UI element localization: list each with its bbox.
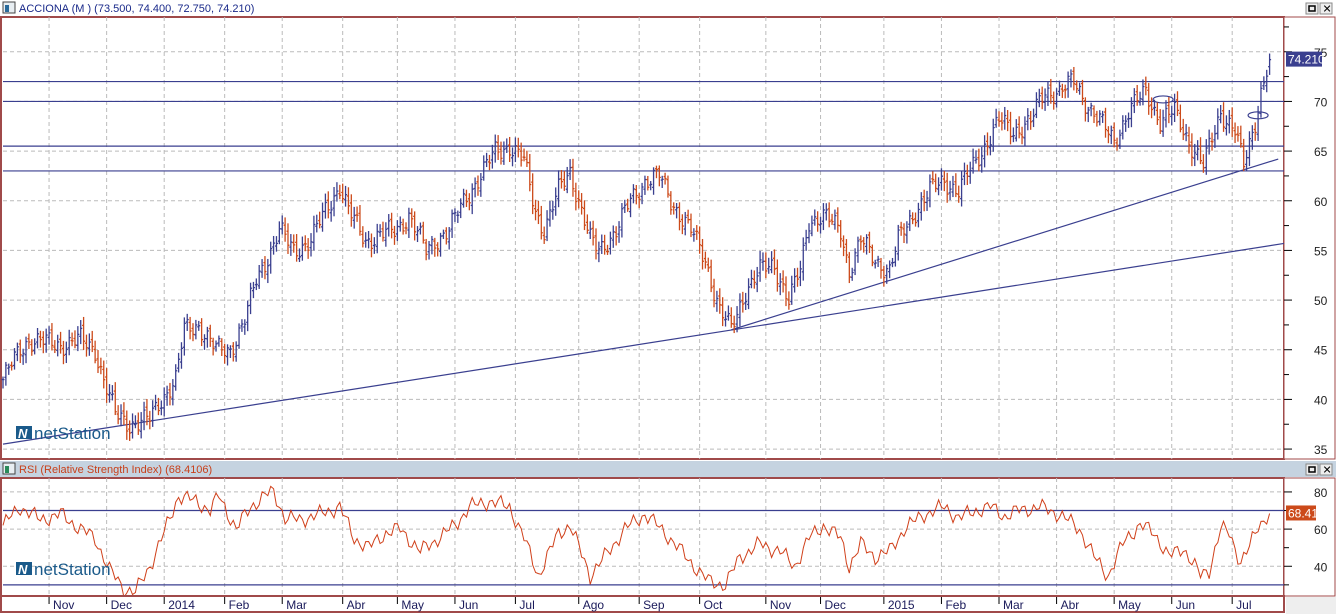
svg-text:netStation: netStation <box>34 560 111 579</box>
panel-icon <box>2 462 16 475</box>
y-tick-label: 60 <box>1314 195 1328 209</box>
x-tick-label: Nov <box>53 598 74 612</box>
x-tick-label: Mar <box>1003 598 1024 612</box>
panel-icon <box>2 1 16 14</box>
x-tick-label: Abr <box>347 598 366 612</box>
rsi-plot-area <box>0 477 1285 597</box>
x-tick-label: 2014 <box>168 598 195 612</box>
x-tick-label: Sep <box>643 598 665 612</box>
x-tick-label: Jun <box>459 598 478 612</box>
y-tick-label: 40 <box>1314 560 1328 574</box>
y-tick-label: 80 <box>1314 486 1328 500</box>
svg-text:N: N <box>18 562 28 577</box>
y-tick-label: 50 <box>1314 294 1328 308</box>
x-tick-label: Abr <box>1061 598 1080 612</box>
x-tick-label: Dec <box>825 598 846 612</box>
chart-window: ACCIONA (M ) (73.500, 74.400, 72.750, 74… <box>0 0 1336 614</box>
close-icon: ✕ <box>1323 465 1332 477</box>
x-tick-label: Jun <box>1176 598 1195 612</box>
svg-text:N: N <box>18 426 28 441</box>
x-tick-label: Jul <box>519 598 534 612</box>
x-tick-label: Ago <box>583 598 605 612</box>
axis-corner <box>1286 597 1336 614</box>
x-tick-label: Feb <box>229 598 250 612</box>
x-tick-label: May <box>1118 598 1141 612</box>
x-tick-label: Nov <box>770 598 791 612</box>
x-tick-label: 2015 <box>888 598 915 612</box>
rsi-close-button[interactable]: ✕ <box>1319 463 1333 477</box>
price-plot-area <box>0 16 1285 460</box>
y-tick-label: 55 <box>1314 244 1328 258</box>
x-tick-label: Mar <box>286 598 307 612</box>
x-tick-label: Jul <box>1236 598 1251 612</box>
x-tick-label: Oct <box>704 598 723 612</box>
svg-text:netStation: netStation <box>34 424 111 443</box>
price-maximize-button[interactable] <box>1305 2 1319 15</box>
close-icon: ✕ <box>1323 4 1332 16</box>
price-close-button[interactable]: ✕ <box>1319 2 1333 16</box>
y-tick-label: 40 <box>1314 393 1328 407</box>
y-tick-label: 65 <box>1314 145 1328 159</box>
rsi-maximize-button[interactable] <box>1305 463 1319 476</box>
rsi-panel-title: RSI (Relative Strength Index) (68.4106) <box>19 464 212 476</box>
x-tick-label: Feb <box>945 598 966 612</box>
last-price-label: 74.210 <box>1288 53 1325 67</box>
price-panel-title: ACCIONA (M ) (73.500, 74.400, 72.750, 74… <box>19 3 254 15</box>
chart-canvas: ACCIONA (M ) (73.500, 74.400, 72.750, 74… <box>0 0 1336 614</box>
y-tick-label: 45 <box>1314 344 1328 358</box>
x-tick-label: Dec <box>111 598 132 612</box>
y-tick-label: 35 <box>1314 443 1328 457</box>
y-tick-label: 70 <box>1314 95 1328 109</box>
ellipse-annotation <box>1152 95 1174 104</box>
x-tick-label: May <box>401 598 424 612</box>
last-rsi-label: 68.41 <box>1288 506 1318 520</box>
y-tick-label: 60 <box>1314 523 1328 537</box>
